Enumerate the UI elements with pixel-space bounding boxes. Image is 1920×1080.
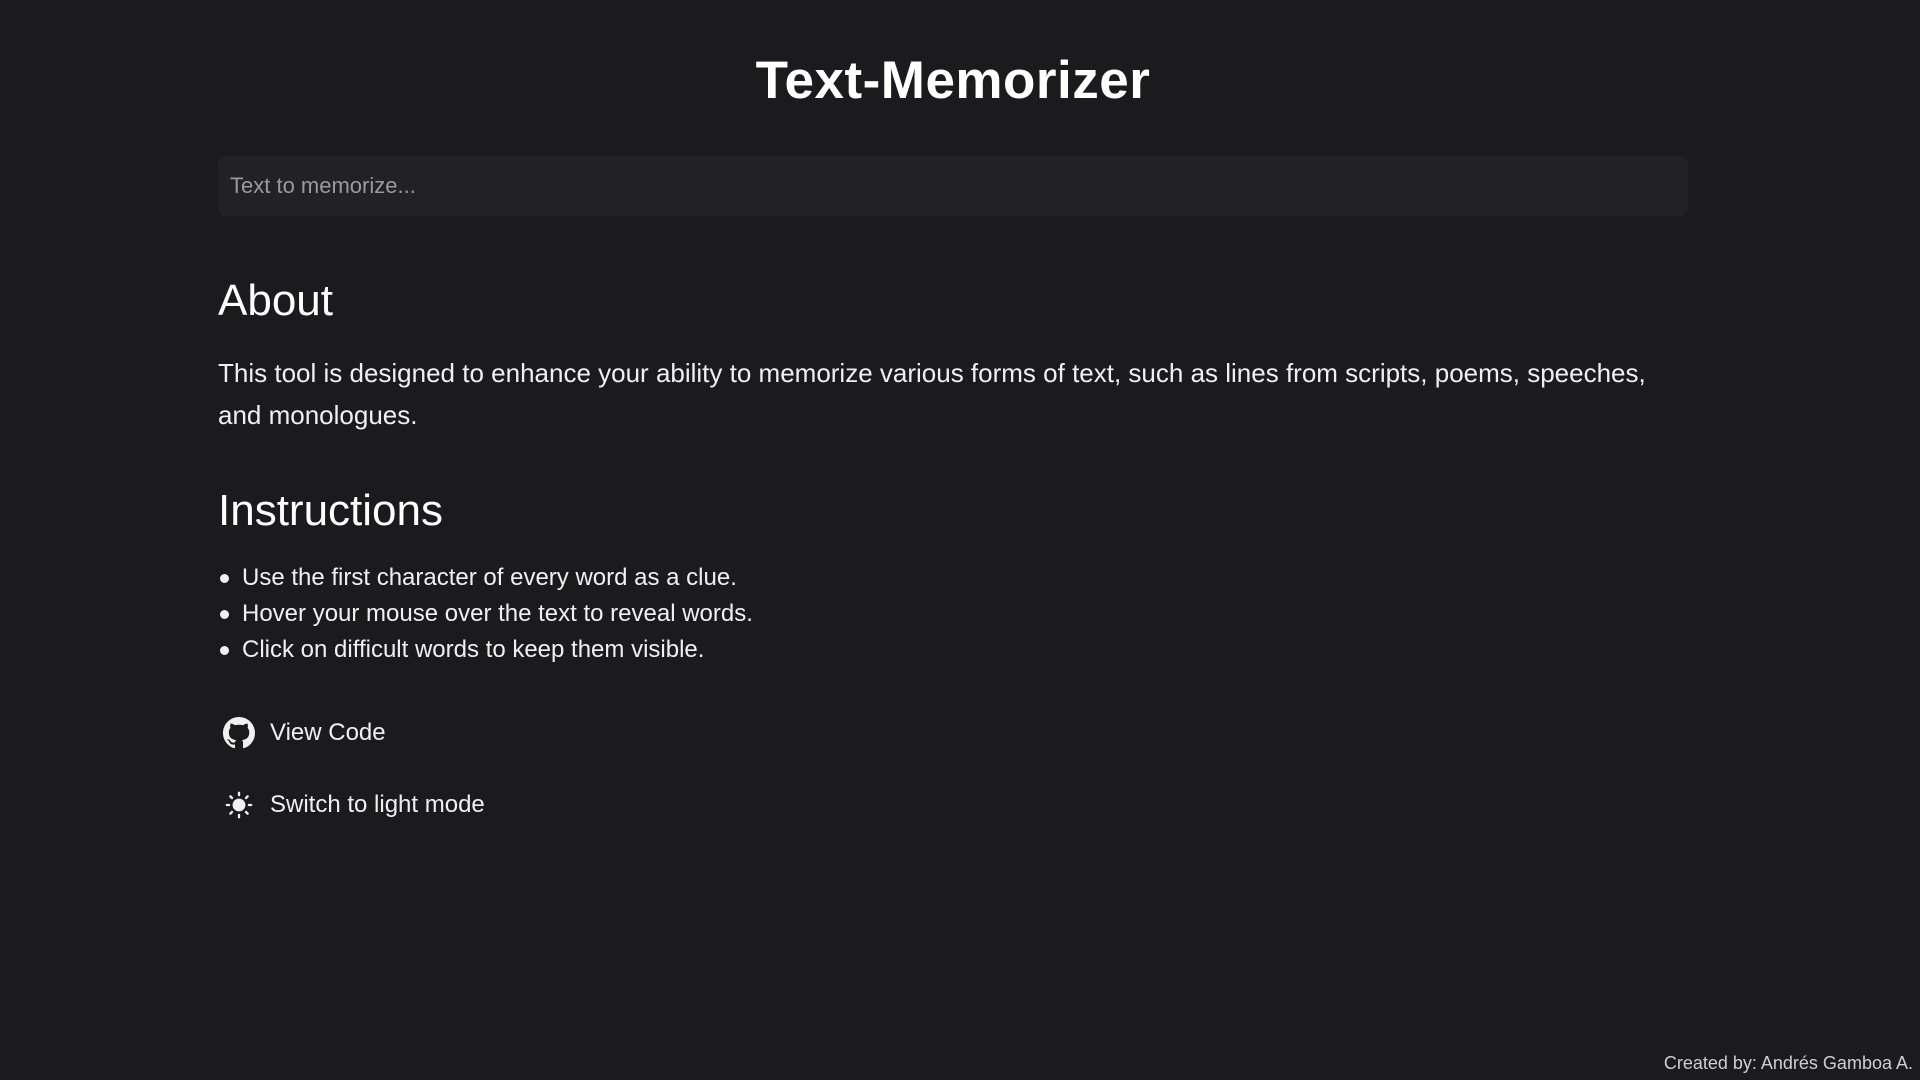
about-heading: About: [218, 276, 333, 325]
list-item: Hover your mouse over the text to reveal…: [220, 596, 753, 632]
theme-toggle-label: Switch to light mode: [270, 791, 485, 818]
view-code-link[interactable]: View Code: [222, 716, 386, 750]
instructions-list: Use the first character of every word as…: [218, 560, 753, 668]
view-code-label: View Code: [270, 719, 386, 746]
instructions-heading: Instructions: [218, 486, 443, 535]
theme-toggle-button[interactable]: Switch to light mode: [222, 788, 485, 822]
text-to-memorize-input[interactable]: [218, 156, 1688, 216]
list-item: Click on difficult words to keep them vi…: [220, 632, 753, 668]
github-icon: [222, 716, 256, 750]
sun-icon: [222, 788, 256, 822]
page-title: Text-Memorizer: [755, 51, 1151, 110]
about-text: This tool is designed to enhance your ab…: [218, 358, 1646, 430]
page: Text-Memorizer About This tool is design…: [0, 0, 1920, 1080]
list-item: Use the first character of every word as…: [220, 560, 753, 596]
footer-credit: Created by: Andrés Gamboa A.: [1663, 1053, 1913, 1073]
